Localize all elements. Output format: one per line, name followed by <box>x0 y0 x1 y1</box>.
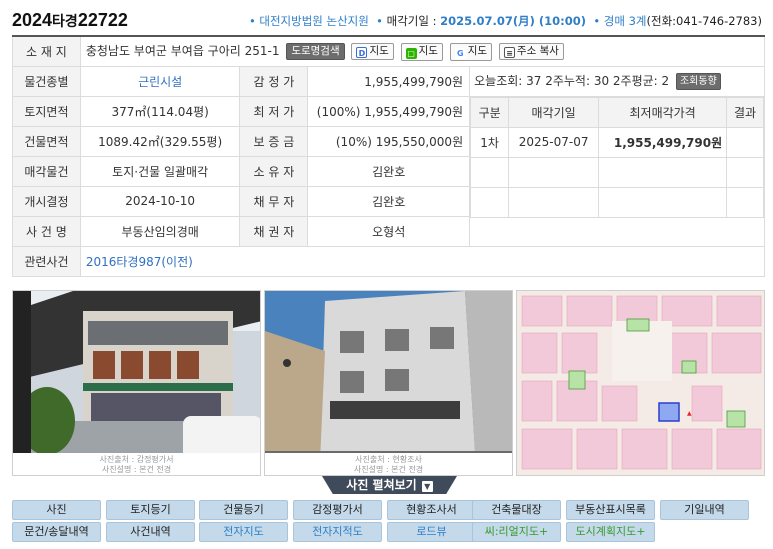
tab-case-history[interactable]: 사건내역 <box>106 522 195 542</box>
case-header: 2024타경22722 • 대전지방법원 논산지원 • 매각기일 : 2025.… <box>12 10 762 32</box>
tab-appraisal[interactable]: 감정평가서 <box>293 500 382 520</box>
tab-cadastral-map[interactable]: 전자지적도 <box>293 522 382 542</box>
tab-building-registry[interactable]: 건물등기 <box>199 500 288 520</box>
minimum-price: (100%) 1,955,499,790원 <box>307 95 471 127</box>
property-photo-2[interactable]: 사진출처 : 현황조사 사진설명 : 본건 전경 <box>264 290 513 476</box>
chevron-down-icon: ▼ <box>421 481 433 492</box>
address-row: 소 재 지 충청남도 부여군 부여읍 구아리 251-1 도로명검색 D 지도 ▢… <box>12 35 766 67</box>
tab-building-ledger[interactable]: 건축물대장 <box>472 500 561 520</box>
naver-icon: ▢ <box>405 47 417 59</box>
land-area: 377㎡(114.04평) <box>79 95 241 127</box>
case-meta: • 대전지방법원 논산지원 • 매각기일 : 2025.07.07(月) (10… <box>248 14 762 28</box>
tab-real-map[interactable]: 씨:리얼지도+ <box>472 522 561 542</box>
copy-address-button[interactable]: ≡ 주소 복사 <box>498 43 564 60</box>
naver-map-button[interactable]: ▢ 지도 <box>400 42 443 61</box>
court-dept: 경매 3계 <box>603 14 647 28</box>
deposit: (10%) 195,550,000원 <box>307 125 471 157</box>
view-stats: 오늘조회: 37 2주누적: 30 2주평균: 2 조회동향 <box>469 65 765 97</box>
view-trend-button[interactable]: 조회동향 <box>675 73 721 90</box>
court-name: 대전지방법원 논산지원 <box>259 14 369 28</box>
related-case-link[interactable]: 2016타경987(이전) <box>86 255 193 269</box>
copy-icon: ≡ <box>503 47 515 58</box>
tab-urban-plan-map[interactable]: 도시계획지도+ <box>566 522 655 542</box>
tab-road-view[interactable]: 로드뷰 <box>387 522 476 542</box>
schedule-row: 1차 2025-07-07 1,955,499,790원 <box>470 126 764 158</box>
tab-date-history[interactable]: 기일내역 <box>660 500 749 520</box>
cadastral-map-image: ▲ <box>517 291 764 475</box>
property-photo-1[interactable]: 사진출처 : 감정평가서 사진설명 : 본건 전경 <box>12 290 261 476</box>
case-name: 부동산임의경매 <box>79 215 241 247</box>
court-phone: (전화:041-746-2783) <box>646 14 762 28</box>
start-decision-date: 2024-10-10 <box>79 185 241 217</box>
case-info-table: 소 재 지 충청남도 부여군 부여읍 구아리 251-1 도로명검색 D 지도 ▢… <box>12 35 766 277</box>
row-property-type: 물건종별 근린시설 감 정 가 1,955,499,790원 오늘조회: 37 … <box>12 65 765 97</box>
photo-expand-button[interactable]: 사진 펼쳐보기 ▼ <box>322 476 457 494</box>
tab-property-list[interactable]: 부동산표시목록 <box>566 500 655 520</box>
cadastral-map-photo[interactable]: ▲ <box>516 290 765 476</box>
google-icon: G <box>454 47 466 59</box>
property-type-link[interactable]: 근린시설 <box>79 65 241 97</box>
tab-status-report[interactable]: 현황조사서 <box>387 500 476 520</box>
auction-date: 2025.07.07(月) (10:00) <box>440 14 587 28</box>
tab-photos[interactable]: 사진 <box>12 500 101 520</box>
tab-documents-delivery[interactable]: 문건/송달내역 <box>12 522 101 542</box>
row-land-area: 토지면적 377㎡(114.04평) 최 저 가 (100%) 1,955,49… <box>12 95 765 247</box>
auction-schedule-table: 구분 매각기일 최저매각가격 결과 1차 2025-07-07 1,955,49… <box>470 96 764 218</box>
appraisal-price: 1,955,499,790원 <box>307 65 471 97</box>
debtor: 김완호 <box>307 185 471 217</box>
tab-land-registry[interactable]: 토지등기 <box>106 500 195 520</box>
daum-map-button[interactable]: D 지도 <box>351 43 394 60</box>
case-number: 2024타경22722 <box>12 10 128 30</box>
google-map-button[interactable]: G 지도 <box>449 42 493 61</box>
owner: 김완호 <box>307 155 471 187</box>
sale-object: 토지·건물 일괄매각 <box>79 155 241 187</box>
creditor: 오형석 <box>307 215 471 247</box>
daum-icon: D <box>356 47 368 58</box>
address-value: 충청남도 부여군 부여읍 구아리 251-1 <box>85 44 280 58</box>
building-photo-image <box>265 291 512 475</box>
road-name-search-button[interactable]: 도로명검색 <box>286 43 345 60</box>
tab-electronic-map[interactable]: 전자지도 <box>199 522 288 542</box>
svg-text:▲: ▲ <box>687 410 692 417</box>
building-area: 1089.42㎡(329.55평) <box>79 125 241 157</box>
building-photo-image <box>13 291 260 475</box>
row-related-case: 관련사건 2016타경987(이전) <box>12 245 766 277</box>
address-label: 소 재 지 <box>12 35 81 67</box>
